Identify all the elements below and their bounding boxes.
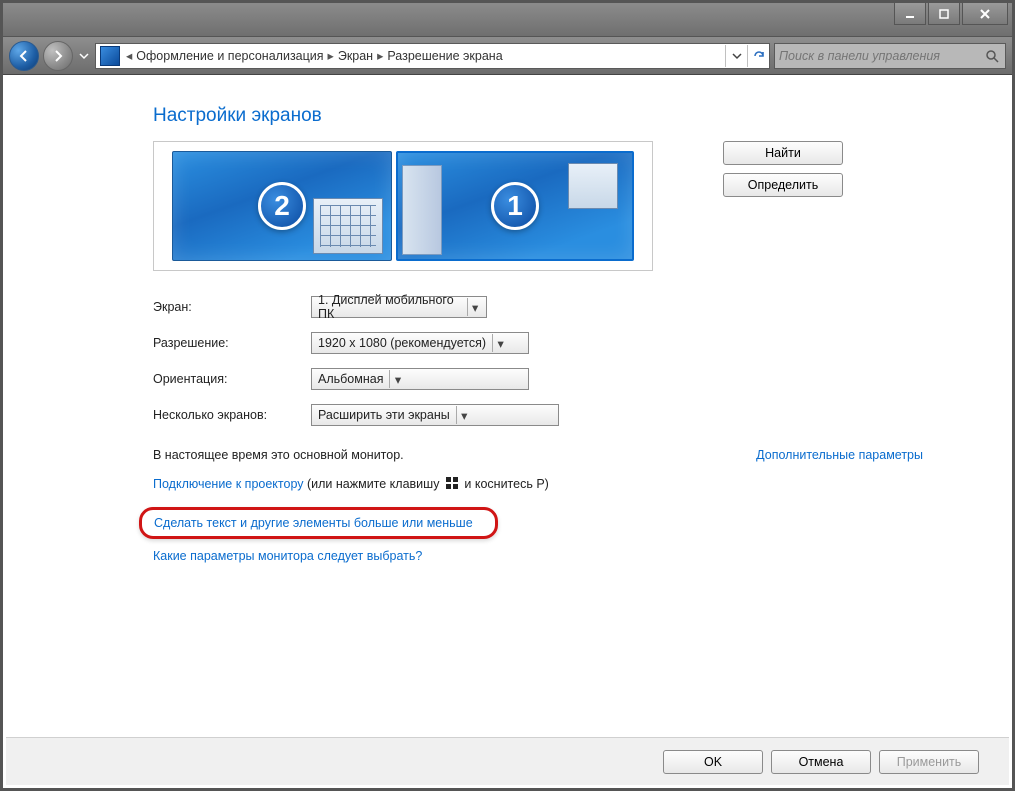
- window-thumbnail-icon: [568, 163, 618, 209]
- highlighted-link-box: Сделать текст и другие элементы больше и…: [139, 507, 498, 539]
- chevron-down-icon: ▾: [389, 370, 405, 388]
- resolution-dropdown[interactable]: 1920 x 1080 (рекомендуется) ▾: [311, 332, 529, 354]
- dropdown-value: Расширить эти экраны: [318, 408, 450, 422]
- apply-button[interactable]: Применить: [879, 750, 979, 774]
- toolbar: ◂ Оформление и персонализация ▸ Экран ▸ …: [3, 37, 1012, 75]
- address-dropdown[interactable]: [725, 45, 747, 67]
- minimize-button[interactable]: [894, 3, 926, 25]
- monitor-badge: 2: [258, 182, 306, 230]
- monitor-2[interactable]: 2: [172, 151, 392, 261]
- content-area: Настройки экранов 2 1 Найти Определить Э…: [3, 75, 1012, 734]
- main-monitor-text: В настоящее время это основной монитор.: [153, 448, 404, 462]
- search-box[interactable]: [774, 43, 1006, 69]
- dropdown-value: Альбомная: [318, 372, 383, 386]
- screen-dropdown[interactable]: 1. Дисплей мобильного ПК ▾: [311, 296, 487, 318]
- breadcrumb-item[interactable]: Оформление и персонализация: [136, 49, 323, 63]
- taskbar-thumbnail-icon: [402, 165, 442, 255]
- orientation-label: Ориентация:: [153, 372, 311, 386]
- chevron-down-icon: ▾: [456, 406, 472, 424]
- chevron-down-icon: ▾: [467, 298, 482, 316]
- cancel-button[interactable]: Отмена: [771, 750, 871, 774]
- chevron-right-icon: ▸: [377, 48, 383, 63]
- monitor-badge: 1: [491, 182, 539, 230]
- ok-button[interactable]: OK: [663, 750, 763, 774]
- titlebar: [3, 3, 1012, 37]
- chevron-down-icon: ▾: [492, 334, 508, 352]
- breadcrumb-item[interactable]: Экран: [338, 49, 373, 63]
- advanced-settings-link[interactable]: Дополнительные параметры: [756, 448, 923, 462]
- monitor-1[interactable]: 1: [396, 151, 634, 261]
- button-bar: OK Отмена Применить: [6, 737, 1009, 785]
- address-bar[interactable]: ◂ Оформление и персонализация ▸ Экран ▸ …: [95, 43, 770, 69]
- window-frame: ◂ Оформление и персонализация ▸ Экран ▸ …: [0, 0, 1015, 791]
- screen-label: Экран:: [153, 300, 311, 314]
- projector-text-close: и коснитесь P): [461, 477, 549, 491]
- chevron-left-icon: ◂: [126, 48, 132, 63]
- breadcrumb: ◂ Оформление и персонализация ▸ Экран ▸ …: [124, 48, 725, 63]
- multiple-displays-label: Несколько экранов:: [153, 408, 311, 422]
- projector-link[interactable]: Подключение к проектору: [153, 477, 304, 491]
- which-monitor-link[interactable]: Какие параметры монитора следует выбрать…: [153, 549, 422, 563]
- page-title: Настройки экранов: [153, 105, 982, 127]
- projector-text-open: (или нажмите клавишу: [304, 477, 443, 491]
- text-size-link[interactable]: Сделать текст и другие элементы больше и…: [154, 516, 473, 530]
- dropdown-value: 1. Дисплей мобильного ПК: [318, 293, 461, 321]
- orientation-dropdown[interactable]: Альбомная ▾: [311, 368, 529, 390]
- identify-button[interactable]: Определить: [723, 173, 843, 197]
- windows-key-icon: [445, 476, 459, 493]
- refresh-button[interactable]: [747, 45, 769, 67]
- display-preview[interactable]: 2 1: [153, 141, 653, 271]
- breadcrumb-item[interactable]: Разрешение экрана: [387, 49, 502, 63]
- control-panel-icon: [100, 46, 120, 66]
- search-icon[interactable]: [983, 47, 1001, 65]
- projector-line: Подключение к проектору (или нажмите кла…: [153, 476, 982, 493]
- maximize-button[interactable]: [928, 3, 960, 25]
- resolution-label: Разрешение:: [153, 336, 311, 350]
- dropdown-value: 1920 x 1080 (рекомендуется): [318, 336, 486, 350]
- search-input[interactable]: [779, 49, 983, 63]
- back-button[interactable]: [9, 41, 39, 71]
- multiple-displays-dropdown[interactable]: Расширить эти экраны ▾: [311, 404, 559, 426]
- chevron-right-icon: ▸: [328, 48, 334, 63]
- detect-button[interactable]: Найти: [723, 141, 843, 165]
- history-dropdown[interactable]: [77, 42, 91, 70]
- close-button[interactable]: [962, 3, 1008, 25]
- window-thumbnail-icon: [313, 198, 383, 254]
- forward-button[interactable]: [43, 41, 73, 71]
